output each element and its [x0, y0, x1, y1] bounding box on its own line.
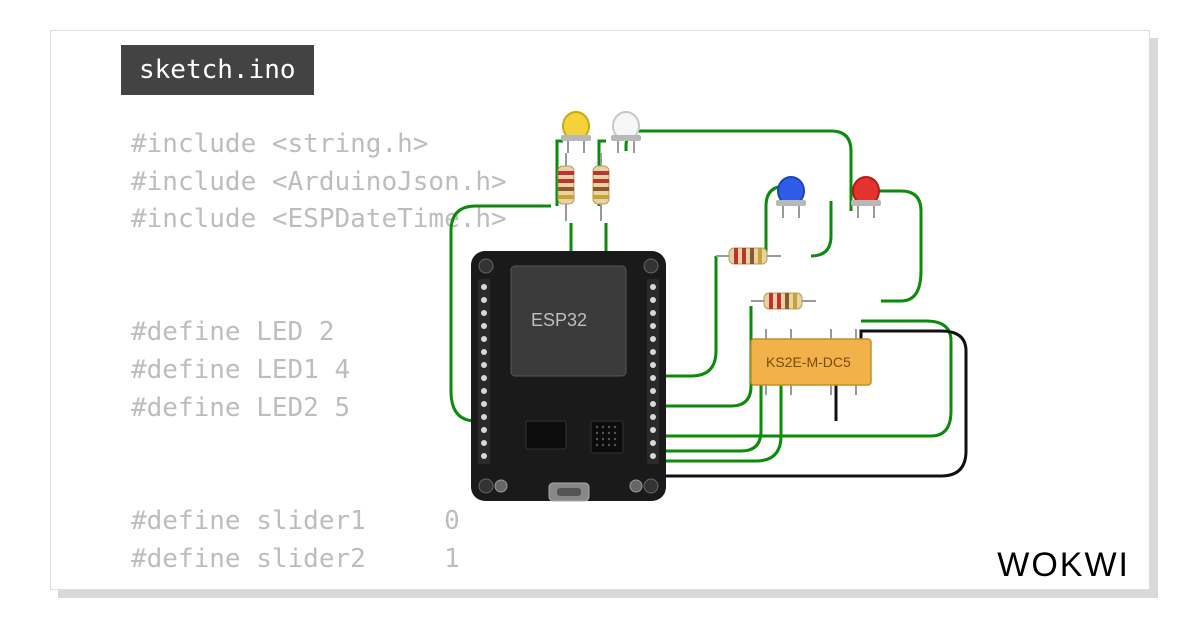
- preview-card: sketch.ino #include <string.h> #include …: [50, 30, 1150, 590]
- wokwi-logo: WOKWI: [997, 546, 1130, 585]
- board-label: ESP32: [531, 310, 587, 330]
- led-red[interactable]: [851, 177, 881, 218]
- file-tab[interactable]: sketch.ino: [121, 45, 314, 95]
- relay-label: KS2E-M-DC5: [766, 354, 851, 370]
- esp32-board[interactable]: ESP32: [471, 251, 666, 501]
- circuit-diagram[interactable]: ESP32: [431, 91, 1031, 541]
- resistor-2[interactable]: [593, 153, 609, 221]
- relay-module[interactable]: KS2E-M-DC5: [751, 329, 871, 395]
- resistor-3[interactable]: [716, 248, 781, 264]
- resistor-4[interactable]: [751, 293, 816, 309]
- led-yellow[interactable]: [561, 112, 591, 153]
- led-blue[interactable]: [776, 177, 806, 218]
- resistor-1[interactable]: [558, 153, 574, 221]
